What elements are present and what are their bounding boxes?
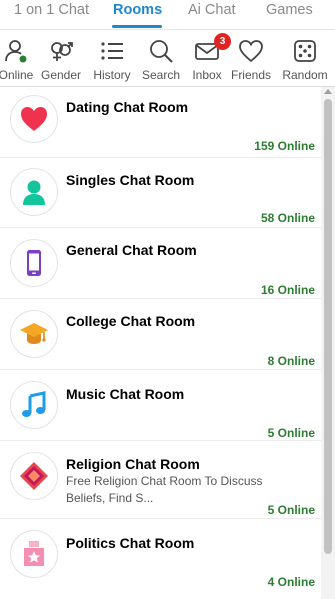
room-online-count: 8 Online: [267, 354, 315, 368]
scrollbar-thumb[interactable]: [324, 99, 332, 554]
politics-badge-icon: [24, 541, 44, 566]
tab-ai-chat[interactable]: Ai Chat: [188, 2, 236, 18]
top-tab-bar: 1 on 1 Chat Rooms Ai Chat Games: [0, 0, 335, 30]
room-avatar: [10, 310, 58, 358]
phone-icon: [27, 250, 41, 276]
room-avatar: [10, 452, 58, 500]
room-online-count: 5 Online: [267, 503, 315, 517]
room-avatar: [10, 168, 58, 216]
random-button[interactable]: Random: [280, 32, 330, 86]
room-title: Religion Chat Room: [66, 456, 200, 472]
friends-label: Friends: [230, 68, 271, 82]
room-avatar: [10, 95, 58, 143]
room-online-count: 16 Online: [260, 283, 315, 297]
room-item-general[interactable]: General Chat Room 16 Online: [0, 228, 321, 299]
inbox-button[interactable]: 3 Inbox: [187, 32, 231, 86]
heart-icon: [239, 40, 263, 63]
history-label: History: [93, 68, 131, 82]
divider: [0, 29, 335, 30]
tab-1on1-chat[interactable]: 1 on 1 Chat: [14, 2, 89, 18]
room-avatar: [10, 381, 58, 429]
room-title: Music Chat Room: [66, 386, 185, 402]
gender-button[interactable]: Gender: [38, 32, 84, 86]
dice-icon: [294, 40, 316, 62]
room-online-count: 58 Online: [260, 211, 315, 225]
room-description: Free Religion Chat Room To Discuss Belie…: [66, 474, 263, 505]
online-button[interactable]: Online: [0, 32, 36, 86]
search-button[interactable]: Search: [139, 32, 183, 86]
tab-rooms[interactable]: Rooms: [113, 2, 162, 18]
room-title: Singles Chat Room: [66, 172, 195, 188]
person-icon: [23, 180, 45, 205]
scrollbar[interactable]: [321, 87, 335, 599]
friends-button[interactable]: Friends: [229, 32, 273, 86]
room-online-count: 4 Online: [267, 575, 315, 589]
scroll-up-arrow-icon[interactable]: [324, 89, 332, 94]
search-label: Search: [141, 68, 181, 82]
inbox-label: Inbox: [192, 68, 222, 82]
search-icon: [150, 40, 173, 63]
room-avatar: [10, 239, 58, 287]
tab-games[interactable]: Games: [266, 2, 313, 18]
gender-icon: [51, 42, 73, 61]
history-button[interactable]: History: [89, 32, 135, 86]
religion-emblem-icon: [20, 462, 48, 490]
room-item-politics[interactable]: Politics Chat Room 4 Online: [0, 519, 321, 599]
room-title: College Chat Room: [66, 313, 196, 329]
music-note-icon: [22, 391, 46, 417]
room-item-music[interactable]: Music Chat Room 5 Online: [0, 370, 321, 441]
room-item-college[interactable]: College Chat Room 8 Online: [0, 299, 321, 370]
active-tab-indicator: [112, 25, 162, 28]
room-title: Politics Chat Room: [66, 535, 195, 551]
history-list-icon: [101, 42, 123, 60]
heart-icon: [21, 107, 47, 131]
room-item-religion[interactable]: Religion Chat Room Free Religion Chat Ro…: [0, 441, 321, 519]
user-online-icon: [5, 40, 27, 63]
gender-label: Gender: [40, 68, 82, 82]
room-title: General Chat Room: [66, 242, 197, 258]
room-online-count: 5 Online: [267, 426, 315, 440]
random-label: Random: [282, 68, 328, 82]
room-item-dating[interactable]: Dating Chat Room 159 Online: [0, 87, 321, 158]
toolbar: Online Gender History Search 3 Inbox Fri…: [0, 32, 335, 86]
online-label: Online: [0, 68, 34, 82]
graduation-cap-icon: [20, 323, 48, 344]
room-online-count: 159 Online: [254, 139, 315, 153]
room-item-singles[interactable]: Singles Chat Room 58 Online: [0, 158, 321, 228]
room-avatar: [10, 530, 58, 578]
room-list: Dating Chat Room 159 Online Singles Chat…: [0, 87, 321, 599]
room-title: Dating Chat Room: [66, 99, 189, 115]
